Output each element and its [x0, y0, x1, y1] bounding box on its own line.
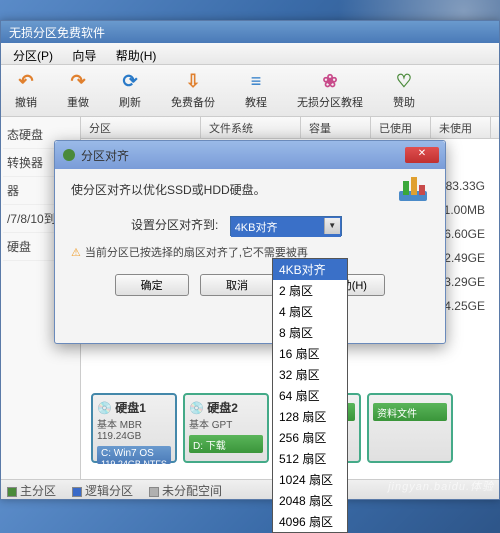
toolbar-undo[interactable]: ↶ 撤销 [9, 69, 43, 112]
menu-help[interactable]: 帮助(H) [108, 45, 165, 66]
tool-label: 重做 [67, 94, 89, 110]
partition-strip[interactable]: D: 下载 [189, 435, 263, 453]
disk-block[interactable]: 资料文件 [367, 393, 453, 463]
dropdown-item[interactable]: 512 扇区 [273, 448, 347, 469]
dropdown-item[interactable]: 4KB对齐 [273, 259, 347, 280]
dropdown-item[interactable]: 8 扇区 [273, 322, 347, 343]
align-dropdown[interactable]: 4KB对齐2 扇区4 扇区8 扇区16 扇区32 扇区64 扇区128 扇区25… [272, 258, 348, 533]
column-容量[interactable]: 容量 [301, 117, 371, 138]
toolbar: ↶ 撤销 ↷ 重做 ⟳ 刷新 ⇩ 免费备份 ≡ 教程 ❀ 无损分区教程 ♡ 赞助 [1, 65, 499, 117]
close-icon[interactable]: ✕ [405, 147, 439, 163]
disk-icon [397, 177, 429, 205]
toolbar-backup[interactable]: ⇩ 免费备份 [165, 69, 221, 112]
dropdown-item[interactable]: 2 扇区 [273, 280, 347, 301]
refresh-icon: ⟳ [119, 71, 141, 92]
tool-label: 撤销 [15, 94, 37, 110]
main-title: 无损分区免费软件 [1, 21, 499, 43]
ok-button[interactable]: 确定 [115, 274, 189, 296]
dropdown-item[interactable]: 128 扇区 [273, 406, 347, 427]
legend-item: 未分配空间 [149, 482, 222, 497]
toolbar-refresh[interactable]: ⟳ 刷新 [113, 69, 147, 112]
partition-strip[interactable]: 资料文件 [373, 403, 447, 421]
size-value: 96.60GE [438, 227, 495, 241]
backup-icon: ⇩ [182, 71, 204, 92]
donate-icon: ♡ [393, 71, 415, 92]
legend-item: 逻辑分区 [72, 482, 133, 497]
disk-block[interactable]: 💿 硬盘1基本 MBR119.24GB C: Win7 OS119.24GB NT… [91, 393, 177, 463]
align-label: 设置分区对齐到: [131, 218, 218, 232]
watermark: jingyan.baidu.体验 [388, 478, 494, 494]
menu-partition[interactable]: 分区(P) [5, 45, 61, 66]
chevron-down-icon[interactable]: ▼ [324, 218, 340, 234]
dropdown-item[interactable]: 1024 扇区 [273, 469, 347, 490]
toolbar-redo[interactable]: ↷ 重做 [61, 69, 95, 112]
dropdown-item[interactable]: 4 扇区 [273, 301, 347, 322]
tool-label: 刷新 [119, 94, 141, 110]
column-header: 分区文件系统容量已使用未使用 [81, 117, 499, 139]
dropdown-item[interactable]: 256 扇区 [273, 427, 347, 448]
disk-name: 💿 硬盘1 [97, 399, 171, 416]
warning-text: 当前分区已按选择的扇区对齐了,它不需要被再 [71, 244, 429, 260]
dropdown-item[interactable]: 4096 扇区 [273, 511, 347, 532]
align-dialog: 分区对齐 ✕ 使分区对齐以优化SSD或HDD硬盘。 设置分区对齐到: 4KB对齐… [54, 140, 446, 344]
disk-sub: 基本 GPT [189, 416, 263, 431]
size-value: 83.33G [446, 179, 495, 193]
partition-strip[interactable]: C: Win7 OS119.24GB NTFS [97, 446, 171, 464]
menubar: 分区(P) 向导 帮助(H) [1, 43, 499, 65]
column-未使用[interactable]: 未使用 [431, 117, 491, 138]
menu-wizard[interactable]: 向导 [64, 45, 104, 66]
toolbar-tutorial2[interactable]: ❀ 无损分区教程 [291, 69, 369, 112]
disk-size: 119.24GB [97, 431, 171, 442]
dialog-title: 分区对齐 [81, 147, 129, 164]
tutorial2-icon: ❀ [319, 71, 341, 92]
app-icon [61, 147, 77, 163]
tool-label: 赞助 [393, 94, 415, 110]
size-value: 82.49GE [438, 251, 495, 265]
column-已使用[interactable]: 已使用 [371, 117, 431, 138]
legend-item: 主分区 [7, 482, 56, 497]
tool-label: 教程 [245, 94, 267, 110]
redo-icon: ↷ [67, 71, 89, 92]
dialog-desc: 使分区对齐以优化SSD或HDD硬盘。 [71, 181, 429, 198]
align-combo[interactable]: 4KB对齐 ▼ [230, 216, 342, 236]
size-value: 73.29GE [438, 275, 495, 289]
column-分区[interactable]: 分区 [81, 117, 201, 138]
dropdown-item[interactable]: 2048 扇区 [273, 490, 347, 511]
dropdown-item[interactable]: 16 扇区 [273, 343, 347, 364]
toolbar-tutorial[interactable]: ≡ 教程 [239, 69, 273, 112]
disk-block[interactable]: 💿 硬盘2基本 GPT D: 下载 [183, 393, 269, 463]
column-文件系统[interactable]: 文件系统 [201, 117, 301, 138]
tool-label: 无损分区教程 [297, 94, 363, 110]
undo-icon: ↶ [15, 71, 37, 92]
dropdown-item[interactable]: 64 扇区 [273, 385, 347, 406]
disk-sub: 基本 MBR [97, 416, 171, 431]
tool-label: 免费备份 [171, 94, 215, 110]
cancel-button[interactable]: 取消 [200, 274, 274, 296]
tutorial-icon: ≡ [245, 71, 267, 92]
disk-name: 💿 硬盘2 [189, 399, 263, 416]
align-row: 设置分区对齐到: 4KB对齐 ▼ [131, 216, 429, 236]
dropdown-item[interactable]: 32 扇区 [273, 364, 347, 385]
toolbar-donate[interactable]: ♡ 赞助 [387, 69, 421, 112]
dialog-titlebar[interactable]: 分区对齐 ✕ [55, 141, 445, 169]
